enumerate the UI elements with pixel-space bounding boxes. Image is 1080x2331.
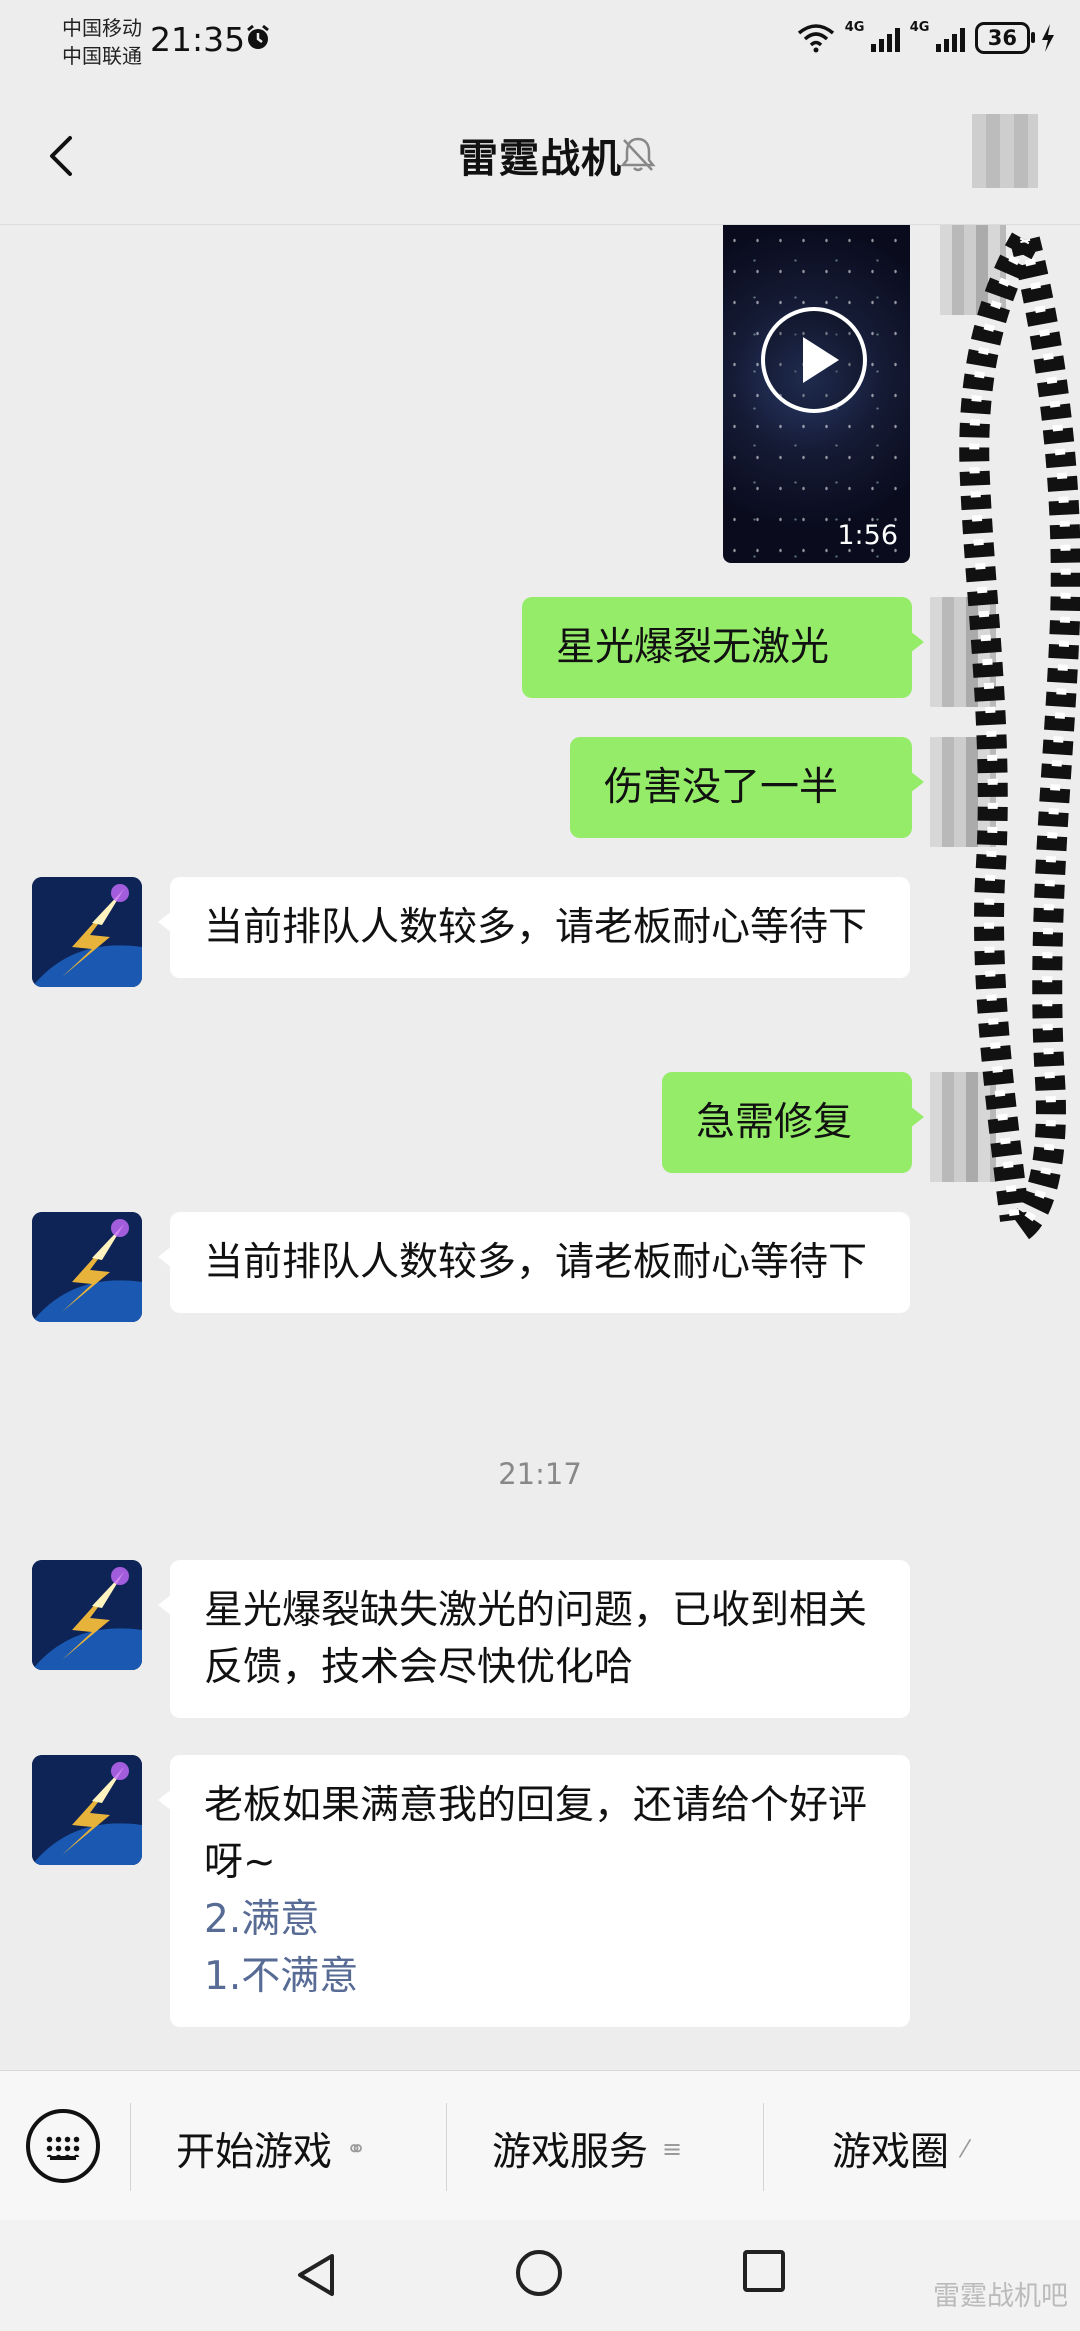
message-bubble-outgoing[interactable]: 急需修复: [662, 1072, 924, 1173]
nav-recents-icon[interactable]: [743, 2250, 785, 2292]
message-text: 老板如果满意我的回复，还请给个好评呀~: [204, 1783, 868, 1885]
menu-label: 游戏服务: [492, 2130, 649, 2175]
chat-title: 雷霆战机: [458, 136, 622, 182]
menu-game-service[interactable]: 游戏服务 ≡: [492, 2121, 682, 2177]
game-avatar[interactable]: [32, 877, 142, 987]
message-bubble-incoming[interactable]: 星光爆裂缺失激光的问题，已收到相关反馈，技术会尽快优化哈: [158, 1560, 910, 1718]
message-list[interactable]: 1:56 星光爆裂无激光 伤害没了一半 当前排队人数较多，请老板耐心等待下 急需…: [0, 225, 1080, 2070]
more-options-button[interactable]: [972, 114, 1038, 188]
keyboard-toggle-icon[interactable]: [26, 2109, 100, 2183]
message-text: 当前排队人数较多，请老板耐心等待下: [204, 905, 868, 950]
wifi-icon: [797, 24, 834, 53]
menu-start-game[interactable]: 开始游戏 ⚭: [176, 2121, 366, 2177]
alarm-icon: [247, 24, 269, 49]
user-avatar[interactable]: [930, 597, 996, 707]
list-menu-icon: ≡: [662, 2135, 683, 2163]
user-avatar[interactable]: [930, 1072, 996, 1182]
message-bubble-incoming[interactable]: 老板如果满意我的回复，还请给个好评呀~ 2.满意 1.不满意: [158, 1755, 910, 2027]
message-text: 星光爆裂缺失激光的问题，已收到相关反馈，技术会尽快优化哈: [204, 1588, 868, 1690]
nav-back-icon[interactable]: [292, 2250, 342, 2300]
chat-header: 雷霆战机: [0, 86, 1080, 225]
system-nav-bar: 雷霆战机吧: [0, 2220, 1080, 2331]
chat-menu-bar: 开始游戏 ⚭ 游戏服务 ≡ 游戏圈 ⁄: [0, 2070, 1080, 2221]
signal-icon-sim1: 4G: [845, 20, 900, 52]
menu-label: 游戏圈: [832, 2130, 950, 2175]
carrier-1: 中国移动: [62, 16, 142, 40]
message-text: 当前排队人数较多，请老板耐心等待下: [204, 1240, 868, 1285]
bell-muted-icon: [620, 137, 656, 172]
message-text: 伤害没了一半: [604, 765, 839, 810]
signal-icon-sim2: 4G: [910, 20, 965, 52]
message-text: 星光爆裂无激光: [556, 625, 830, 670]
jet-fighter-icon: [32, 877, 142, 987]
nav-home-icon[interactable]: [516, 2250, 562, 2296]
status-clock: 21:35: [150, 20, 246, 59]
reply-option-unsatisfied[interactable]: 1.不满意: [204, 1948, 876, 2005]
message-bubble-incoming[interactable]: 当前排队人数较多，请老板耐心等待下: [158, 877, 910, 978]
jet-fighter-icon: [32, 1560, 142, 1670]
reply-option-satisfied[interactable]: 2.满意: [204, 1891, 876, 1948]
menu-label: 开始游戏: [176, 2130, 333, 2175]
user-avatar[interactable]: [940, 225, 1006, 315]
carrier-labels: 中国移动 中国联通: [62, 14, 142, 70]
game-avatar[interactable]: [32, 1560, 142, 1670]
status-bar: 中国移动 中国联通 21:35 4G 4G 36: [0, 0, 1080, 86]
message-bubble-outgoing[interactable]: 伤害没了一半: [570, 737, 924, 838]
link-icon: ⁄: [963, 2135, 968, 2163]
message-text: 急需修复: [696, 1100, 853, 1145]
message-timestamp: 21:17: [498, 1457, 582, 1491]
message-bubble-outgoing[interactable]: 星光爆裂无激光: [522, 597, 924, 698]
network-type-1: 4G: [844, 20, 865, 35]
charging-bolt-icon: [1042, 24, 1054, 52]
user-avatar[interactable]: [930, 737, 996, 847]
watermark: 雷霆战机吧: [933, 2281, 1068, 2312]
battery-indicator: 36: [974, 22, 1036, 54]
game-avatar[interactable]: [32, 1212, 142, 1322]
video-duration: 1:56: [837, 520, 898, 551]
play-icon[interactable]: [761, 307, 867, 413]
carrier-2: 中国联通: [62, 44, 142, 68]
jet-fighter-icon: [32, 1755, 142, 1865]
network-type-2: 4G: [909, 20, 930, 35]
game-avatar[interactable]: [32, 1755, 142, 1865]
link-icon: ⚭: [346, 2135, 367, 2163]
menu-game-circle[interactable]: 游戏圈 ⁄: [832, 2121, 967, 2177]
video-message[interactable]: 1:56: [723, 225, 910, 563]
message-bubble-incoming[interactable]: 当前排队人数较多，请老板耐心等待下: [158, 1212, 910, 1313]
jet-fighter-icon: [32, 1212, 142, 1322]
